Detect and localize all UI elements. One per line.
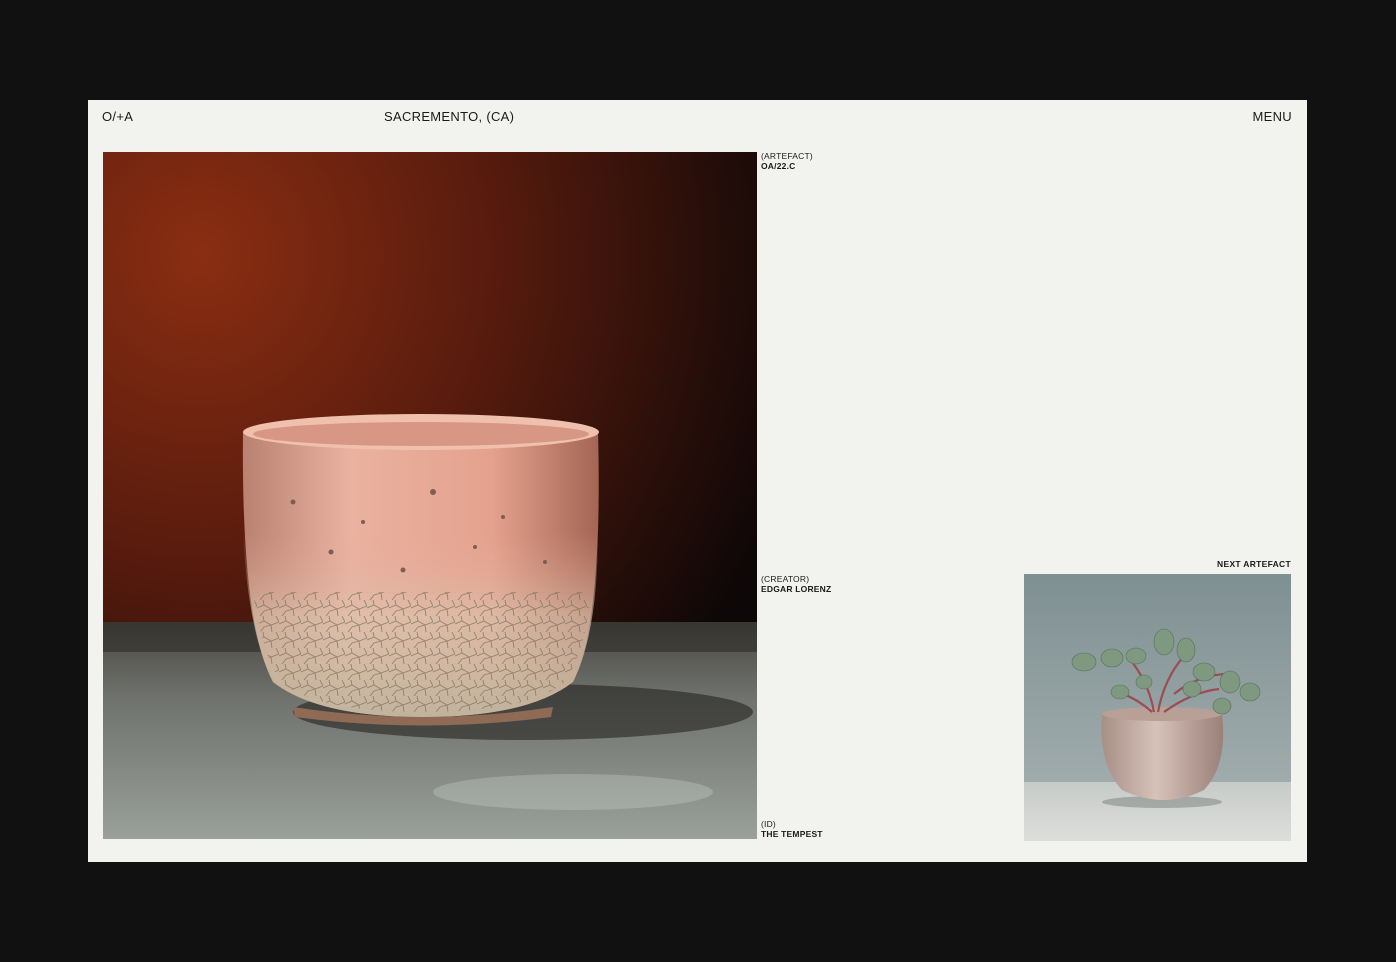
id-value: THE TEMPEST (761, 828, 823, 839)
menu-button[interactable]: MENU (1253, 109, 1292, 124)
next-artefact-thumbnail[interactable] (1024, 574, 1291, 841)
creator-name: EDGAR LORENZ (761, 583, 832, 594)
id-meta: (ID) THE TEMPEST (761, 819, 823, 839)
page-card: O/+A SACREMENTO, (CA) MENU (ARTEFACT) OA… (88, 100, 1307, 862)
hero-artefact-image (103, 152, 757, 839)
next-artefact-link[interactable]: NEXT ARTEFACT (1217, 559, 1291, 569)
artefact-code: OA/22.C (761, 160, 796, 171)
creator-meta: (CREATOR) EDGAR LORENZ (761, 574, 832, 594)
artefact-meta: (ARTEFACT) OA/22.C (761, 151, 813, 171)
site-logo[interactable]: O/+A (102, 109, 133, 124)
location-label: SACREMENTO, (CA) (384, 109, 515, 124)
